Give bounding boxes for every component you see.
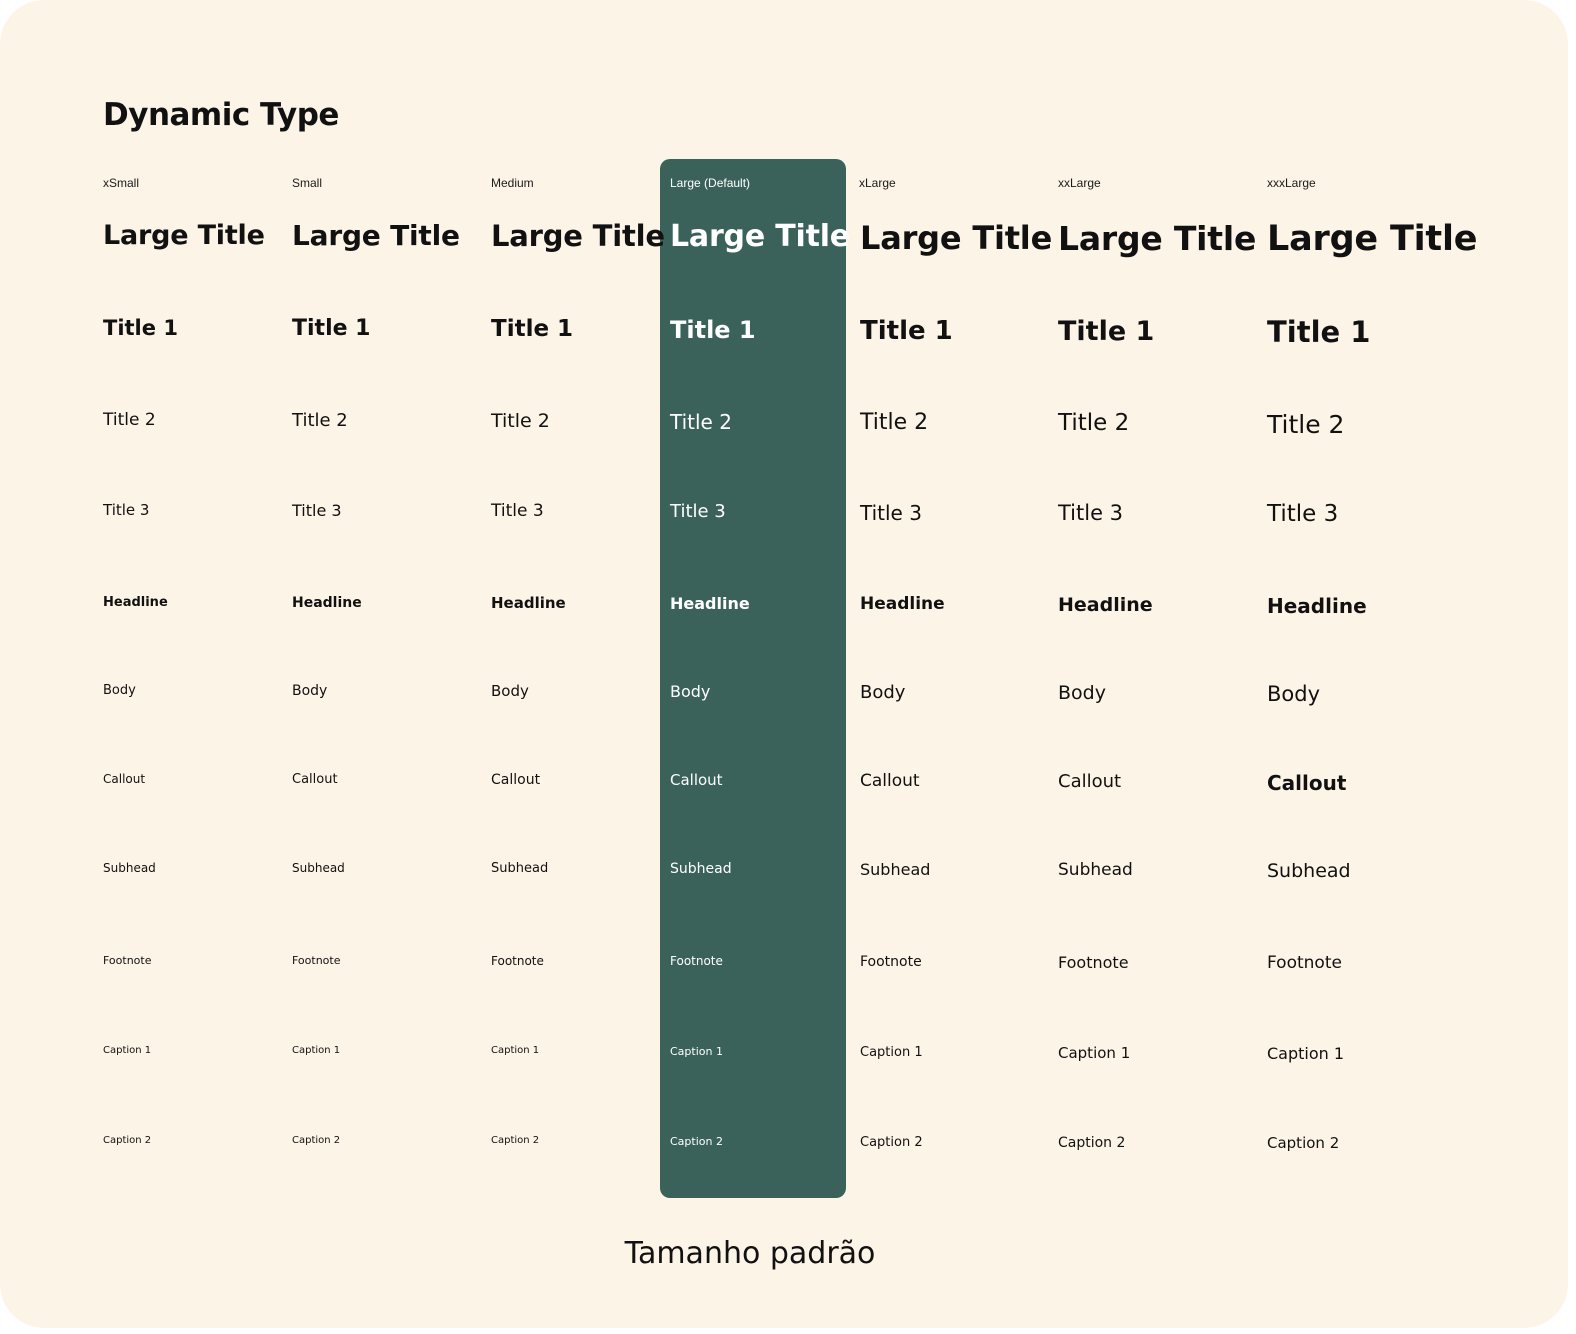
type-sample-title-2: Title 2: [491, 410, 550, 432]
type-sample-footnote: Footnote: [1267, 953, 1342, 973]
type-sample-title-1: Title 1: [292, 316, 371, 341]
type-sample-callout: Callout: [292, 772, 338, 787]
type-sample-headline: Headline: [670, 594, 750, 613]
default-size-caption: Tamanho padrão: [624, 1236, 876, 1271]
type-sample-large-title: Large Title: [860, 219, 1053, 257]
type-sample-footnote: Footnote: [103, 954, 152, 967]
type-sample-subhead: Subhead: [670, 861, 732, 877]
type-sample-subhead: Subhead: [491, 861, 549, 876]
type-sample-title-3: Title 3: [860, 501, 922, 525]
type-sample-footnote: Footnote: [491, 954, 544, 968]
size-column-label: Medium: [491, 176, 534, 190]
type-sample-large-title: Large Title: [103, 220, 265, 251]
type-sample-caption-2: Caption 2: [1267, 1134, 1340, 1152]
type-sample-title-1: Title 1: [491, 316, 574, 342]
type-sample-footnote: Footnote: [292, 954, 341, 967]
type-sample-title-2: Title 2: [670, 410, 732, 434]
type-sample-caption-1: Caption 1: [670, 1045, 723, 1058]
type-sample-body: Body: [103, 683, 136, 698]
type-sample-caption-2: Caption 2: [860, 1135, 923, 1150]
type-sample-headline: Headline: [1267, 594, 1367, 618]
type-sample-title-1: Title 1: [1058, 316, 1155, 347]
type-sample-callout: Callout: [1267, 771, 1347, 795]
type-sample-title-2: Title 2: [1058, 410, 1130, 436]
type-sample-subhead: Subhead: [292, 861, 345, 875]
type-sample-subhead: Subhead: [103, 861, 156, 875]
type-sample-body: Body: [1058, 682, 1106, 704]
type-sample-caption-2: Caption 2: [670, 1135, 723, 1148]
type-sample-callout: Callout: [1058, 771, 1122, 792]
type-sample-title-2: Title 2: [860, 410, 929, 435]
type-sample-title-1: Title 1: [103, 316, 178, 340]
size-column-label: xSmall: [103, 176, 140, 190]
type-sample-title-1: Title 1: [670, 316, 756, 344]
type-sample-callout: Callout: [103, 772, 146, 786]
type-sample-title-2: Title 2: [103, 410, 156, 430]
type-sample-caption-2: Caption 2: [103, 1135, 152, 1146]
type-sample-title-3: Title 3: [491, 501, 544, 521]
type-sample-footnote: Footnote: [860, 954, 922, 970]
type-sample-body: Body: [491, 682, 529, 700]
type-sample-caption-1: Caption 1: [1058, 1044, 1131, 1062]
size-column-label: xxxLarge: [1267, 176, 1316, 190]
size-column-label: xxLarge: [1058, 176, 1101, 190]
type-sample-title-1: Title 1: [860, 316, 953, 346]
type-sample-large-title: Large Title: [1267, 219, 1478, 259]
type-sample-caption-1: Caption 1: [292, 1045, 341, 1056]
type-sample-caption-2: Caption 2: [292, 1135, 341, 1146]
type-sample-large-title: Large Title: [1058, 219, 1257, 258]
default-size-highlight: [660, 159, 846, 1198]
type-sample-large-title: Large Title: [670, 219, 850, 254]
type-sample-caption-1: Caption 1: [860, 1045, 923, 1060]
size-column-label: Large (Default): [670, 176, 751, 190]
type-sample-callout: Callout: [670, 771, 723, 789]
type-sample-caption-1: Caption 1: [491, 1045, 540, 1056]
type-sample-subhead: Subhead: [1058, 860, 1133, 880]
type-sample-headline: Headline: [292, 595, 362, 611]
page-title: Dynamic Type: [103, 97, 339, 133]
type-sample-caption-2: Caption 2: [1058, 1135, 1126, 1151]
type-sample-body: Body: [670, 682, 711, 701]
type-sample-body: Body: [860, 682, 906, 703]
type-sample-headline: Headline: [103, 595, 168, 610]
type-sample-subhead: Subhead: [860, 860, 931, 879]
type-sample-title-3: Title 3: [292, 501, 342, 520]
type-sample-footnote: Footnote: [670, 954, 723, 968]
type-sample-headline: Headline: [491, 594, 566, 612]
type-sample-footnote: Footnote: [1058, 953, 1129, 972]
type-sample-callout: Callout: [860, 771, 920, 791]
type-sample-large-title: Large Title: [491, 219, 665, 253]
size-column-label: xLarge: [859, 176, 896, 190]
type-sample-body: Body: [292, 683, 328, 699]
type-sample-headline: Headline: [860, 594, 945, 614]
type-sample-title-1: Title 1: [1267, 315, 1371, 349]
type-sample-subhead: Subhead: [1267, 860, 1351, 882]
type-sample-body: Body: [1267, 682, 1321, 706]
type-sample-large-title: Large Title: [292, 219, 460, 252]
type-sample-title-3: Title 3: [1058, 501, 1124, 525]
type-sample-title-3: Title 3: [103, 501, 150, 519]
type-sample-caption-1: Caption 1: [103, 1045, 152, 1056]
type-sample-title-2: Title 2: [292, 410, 348, 431]
type-sample-title-2: Title 2: [1267, 410, 1345, 439]
type-sample-title-3: Title 3: [1267, 501, 1339, 527]
type-sample-callout: Callout: [491, 772, 541, 788]
size-column-label: Small: [292, 176, 323, 190]
type-sample-caption-1: Caption 1: [1267, 1044, 1345, 1063]
dynamic-type-card: Dynamic Type xSmall Large Title Title 1 Tit…: [0, 0, 1568, 1328]
type-sample-caption-2: Caption 2: [491, 1135, 540, 1146]
type-sample-headline: Headline: [1058, 594, 1153, 616]
type-sample-title-3: Title 3: [670, 501, 726, 522]
